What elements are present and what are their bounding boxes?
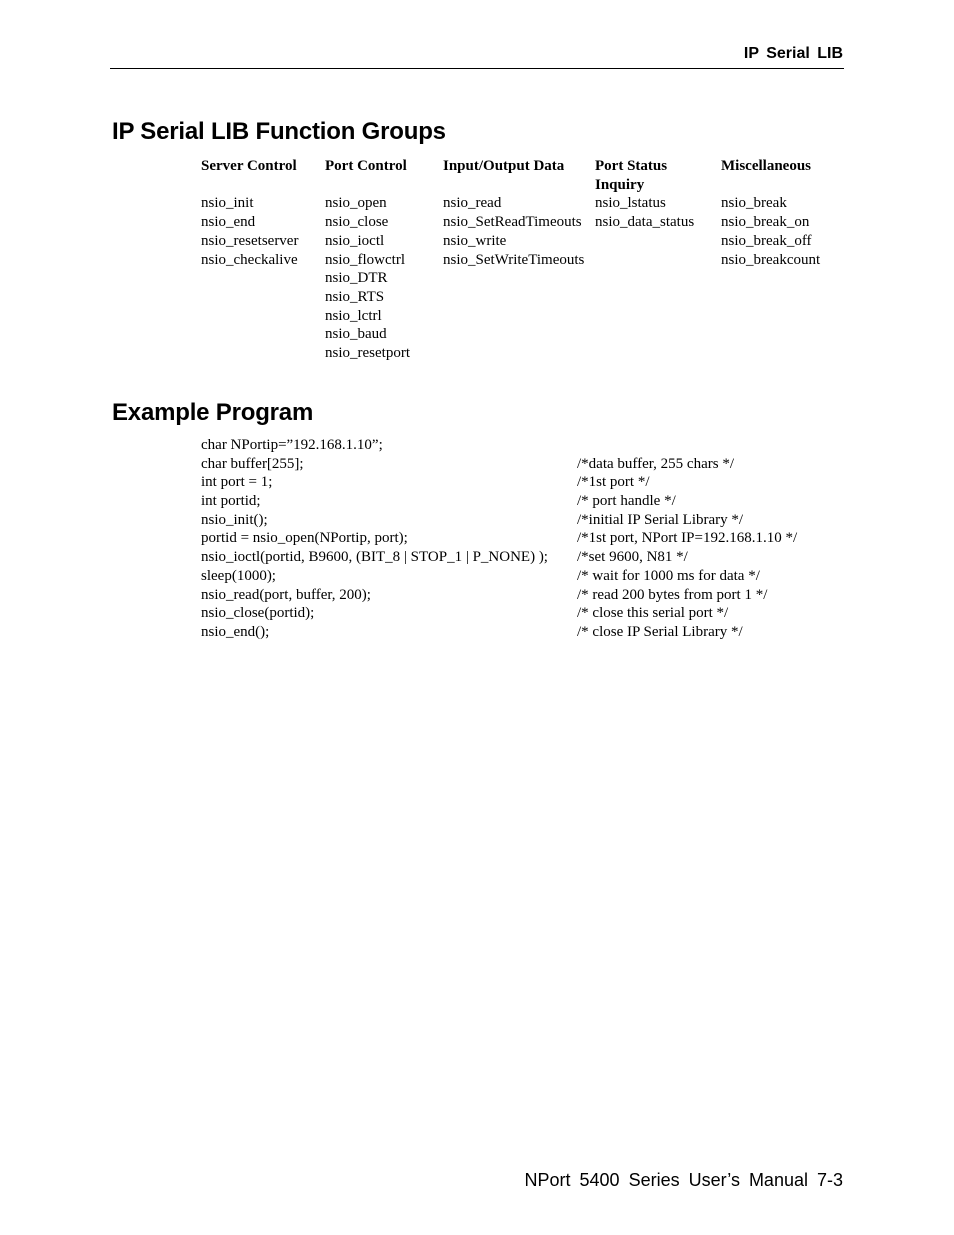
function-item: nsio_break_on [721, 214, 810, 231]
function-item: nsio_break_off [721, 232, 812, 249]
function-item: nsio_end [201, 214, 256, 231]
example-code-block: char NPortip=”192.168.1.10”; char buffer… [201, 436, 841, 642]
code-comment: /*data buffer, 255 chars */ [577, 455, 734, 472]
code-statement: int portid; [201, 493, 261, 510]
function-item: nsio_data_status [595, 214, 695, 231]
code-comment: /* read 200 bytes from port 1 */ [577, 586, 768, 603]
function-item: nsio_DTR [325, 270, 388, 287]
code-line: nsio_end(); /* close IP Serial Library *… [201, 623, 841, 642]
function-item: nsio_lctrl [325, 307, 382, 324]
section-heading-function-groups: IP Serial LIB Function Groups [112, 118, 446, 145]
code-comment: /* close this serial port */ [577, 605, 729, 622]
section-heading-example-program: Example Program [112, 399, 314, 426]
code-statement: nsio_ioctl(portid, B9600, (BIT_8 | STOP_… [201, 549, 548, 566]
column-header: Miscellaneous [721, 158, 811, 174]
code-comment: /* port handle */ [577, 493, 676, 510]
code-line: char NPortip=”192.168.1.10”; [201, 436, 841, 455]
code-statement: nsio_end(); [201, 623, 270, 640]
running-header: IP Serial LIB [110, 44, 844, 69]
function-item: nsio_SetWriteTimeouts [443, 251, 585, 268]
code-line: nsio_close(portid); /* close this serial… [201, 604, 841, 623]
function-item: nsio_write [443, 232, 507, 249]
code-line: int port = 1; /*1st port */ [201, 473, 841, 492]
column-header: Server Control [201, 158, 297, 174]
code-statement: int port = 1; [201, 474, 273, 491]
function-item: nsio_init [201, 195, 254, 212]
function-item: nsio_read [443, 195, 502, 212]
function-item: nsio_break [721, 195, 787, 212]
code-comment: /* close IP Serial Library */ [577, 623, 743, 640]
code-statement: portid = nsio_open(NPortip, port); [201, 530, 408, 547]
function-item: nsio_close [325, 214, 389, 231]
code-line: portid = nsio_open(NPortip, port); /*1st… [201, 529, 841, 548]
code-line: nsio_read(port, buffer, 200); /* read 20… [201, 586, 841, 605]
function-item: nsio_SetReadTimeouts [443, 214, 582, 231]
running-header-title: IP Serial LIB [743, 45, 843, 62]
function-item: nsio_checkalive [201, 251, 298, 268]
function-item: nsio_RTS [325, 288, 385, 305]
function-item: nsio_resetport [325, 345, 410, 362]
function-item: nsio_baud [325, 326, 387, 343]
code-statement: nsio_init(); [201, 511, 268, 528]
code-statement: char buffer[255]; [201, 455, 304, 472]
function-item: nsio_open [325, 195, 387, 212]
code-line: char buffer[255]; /*data buffer, 255 cha… [201, 455, 841, 474]
running-footer: NPort 5400 Series User’s Manual 7-3 [524, 1170, 843, 1190]
function-item: nsio_resetserver [201, 232, 299, 249]
code-statement: nsio_read(port, buffer, 200); [201, 586, 371, 603]
code-statement: nsio_close(portid); [201, 605, 315, 622]
column-header-line: Port Status [595, 158, 668, 174]
code-line: sleep(1000); /* wait for 1000 ms for dat… [201, 567, 841, 586]
function-item: nsio_lstatus [595, 195, 666, 212]
column-port-control: Port Control nsio_open nsio_close nsio_i… [325, 157, 410, 363]
column-header: Port Status Inquiry [595, 157, 694, 194]
code-statement: char NPortip=”192.168.1.10”; [201, 437, 383, 453]
column-server-control: Server Control nsio_init nsio_end nsio_r… [201, 157, 298, 269]
function-item: nsio_flowctrl [325, 251, 405, 268]
function-item: nsio_ioctl [325, 232, 385, 249]
code-comment: /*set 9600, N81 */ [577, 549, 688, 566]
column-input-output-data: Input/Output Data nsio_read nsio_SetRead… [443, 157, 584, 269]
code-comment: /* wait for 1000 ms for data */ [577, 567, 760, 584]
code-comment: /*1st port */ [577, 474, 650, 491]
code-line: nsio_ioctl(portid, B9600, (BIT_8 | STOP_… [201, 548, 841, 567]
function-item: nsio_breakcount [721, 251, 821, 268]
column-miscellaneous: Miscellaneous nsio_break nsio_break_on n… [721, 157, 820, 269]
column-header: Port Control [325, 158, 407, 174]
code-comment: /*initial IP Serial Library */ [577, 511, 744, 528]
column-header-line: Inquiry [595, 176, 645, 193]
code-comment: /*1st port, NPort IP=192.168.1.10 */ [577, 530, 798, 547]
code-line: nsio_init(); /*initial IP Serial Library… [201, 511, 841, 530]
code-statement: sleep(1000); [201, 567, 276, 584]
column-header: Input/Output Data [443, 158, 565, 174]
code-line: int portid; /* port handle */ [201, 492, 841, 511]
column-port-status-inquiry: Port Status Inquiry nsio_lstatus nsio_da… [595, 157, 694, 232]
